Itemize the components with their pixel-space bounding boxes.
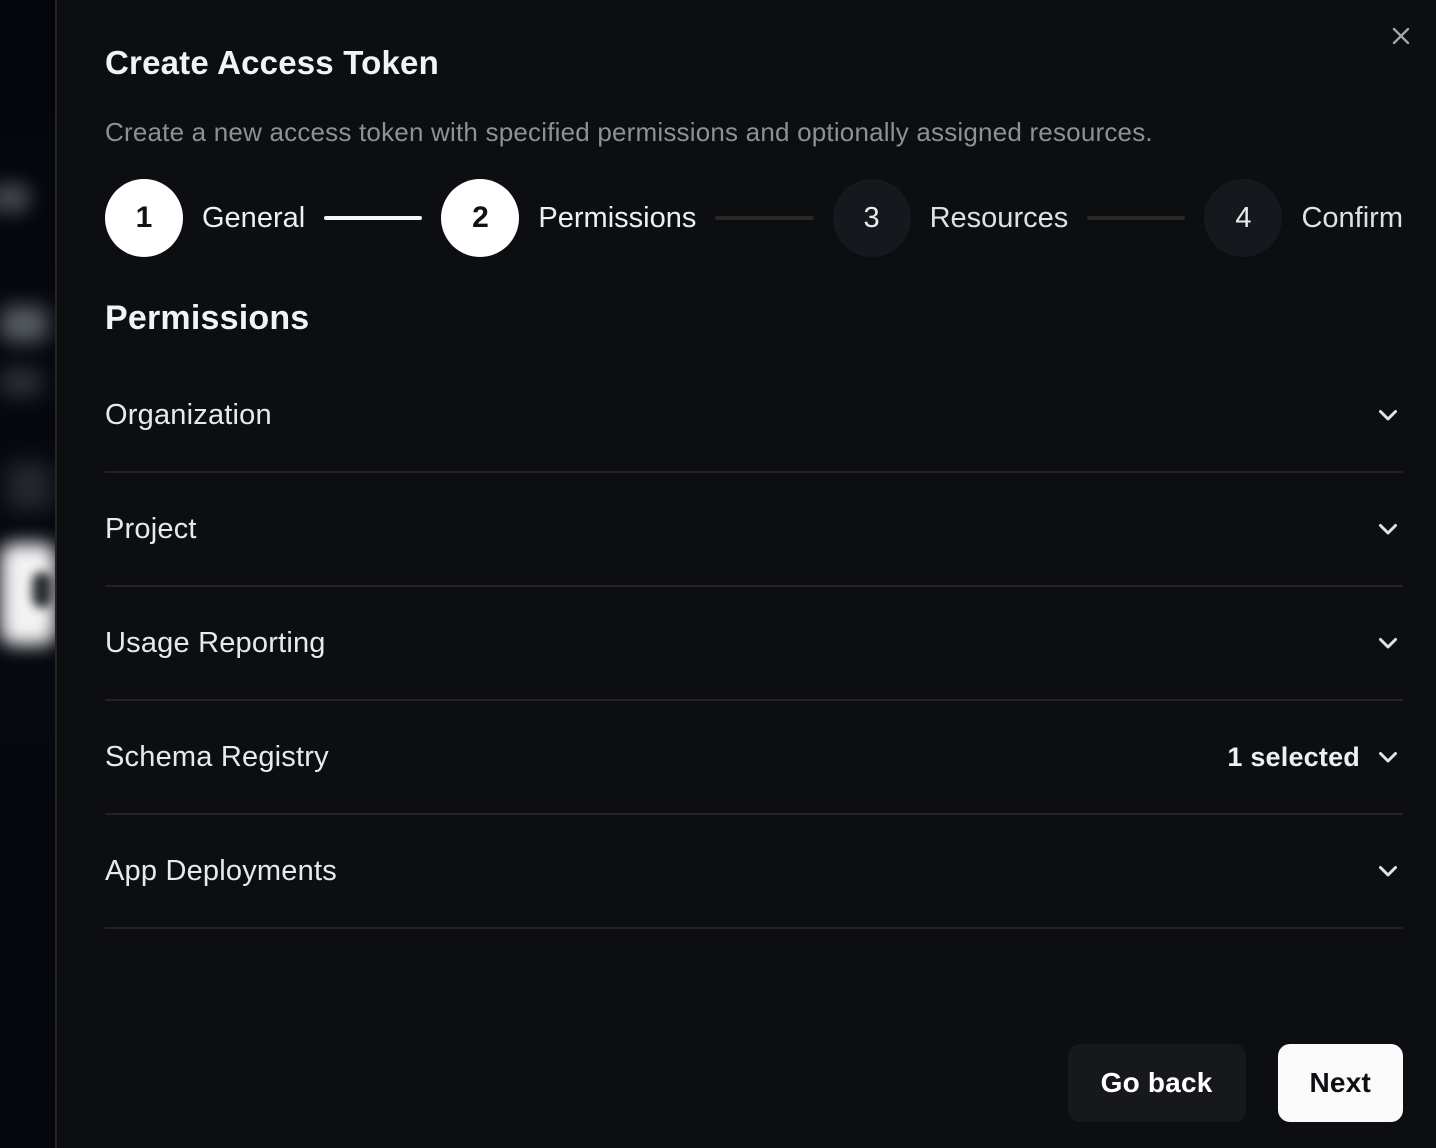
permission-row-app-deployments[interactable]: App Deployments [105, 815, 1403, 929]
chevron-down-icon [1373, 514, 1403, 544]
background-blur-blob [0, 306, 48, 342]
stepper-step-resources[interactable]: 3 Resources [833, 179, 1069, 257]
dialog-subtitle: Create a new access token with specified… [105, 113, 1403, 151]
step-label: Permissions [538, 202, 696, 235]
selection-count-badge: 1 selected [1227, 742, 1360, 773]
step-label: General [202, 202, 305, 235]
dialog-header: Create Access Token Create a new access … [105, 0, 1403, 151]
permission-row-schema-registry[interactable]: Schema Registry 1 selected [105, 701, 1403, 815]
section-heading: Permissions [105, 300, 1403, 337]
permission-row-project[interactable]: Project [105, 473, 1403, 587]
permission-row-usage-reporting[interactable]: Usage Reporting [105, 587, 1403, 701]
permission-row-label: App Deployments [105, 855, 337, 888]
permission-row-meta: 1 selected [1227, 742, 1403, 773]
step-connector-line [715, 216, 813, 220]
chevron-down-icon [1373, 742, 1403, 772]
dialog-title: Create Access Token [105, 44, 1403, 82]
go-back-button[interactable]: Go back [1068, 1044, 1246, 1122]
stepper: 1 General 2 Permissions 3 Resources 4 Confirm [105, 179, 1403, 257]
permissions-accordion: Organization Project Usage Reporting Schema… [105, 359, 1403, 929]
permission-row-label: Schema Registry [105, 741, 329, 774]
permission-row-meta [1373, 628, 1403, 658]
step-label: Confirm [1301, 202, 1403, 235]
stepper-step-confirm[interactable]: 4 Confirm [1204, 179, 1403, 257]
step-number-badge: 1 [105, 179, 183, 257]
next-button[interactable]: Next [1278, 1044, 1404, 1122]
chevron-down-icon [1373, 856, 1403, 886]
create-access-token-dialog: Create Access Token Create a new access … [55, 0, 1436, 1148]
chevron-down-icon [1373, 628, 1403, 658]
permission-row-meta [1373, 514, 1403, 544]
step-connector-line [324, 216, 422, 220]
permission-row-meta [1373, 856, 1403, 886]
step-number-badge: 4 [1204, 179, 1282, 257]
screen: Create Access Token Create a new access … [0, 0, 1436, 1148]
permission-row-meta [1373, 400, 1403, 430]
background-blur-blob [0, 368, 42, 396]
step-number-badge: 3 [833, 179, 911, 257]
stepper-step-permissions[interactable]: 2 Permissions [441, 179, 696, 257]
permission-row-label: Project [105, 513, 197, 546]
background-blur-blob [6, 462, 52, 510]
close-button[interactable] [1379, 14, 1423, 58]
close-icon [1387, 22, 1415, 50]
step-label: Resources [930, 202, 1069, 235]
background-blur-blob [0, 183, 30, 213]
background-blur-blob [32, 572, 52, 608]
chevron-down-icon [1373, 400, 1403, 430]
stepper-step-general[interactable]: 1 General [105, 179, 305, 257]
step-connector-line [1087, 216, 1185, 220]
dialog-footer: Go back Next [105, 1044, 1403, 1122]
permission-row-label: Organization [105, 399, 272, 432]
permission-row-organization[interactable]: Organization [105, 359, 1403, 473]
permission-row-label: Usage Reporting [105, 627, 326, 660]
step-number-badge: 2 [441, 179, 519, 257]
